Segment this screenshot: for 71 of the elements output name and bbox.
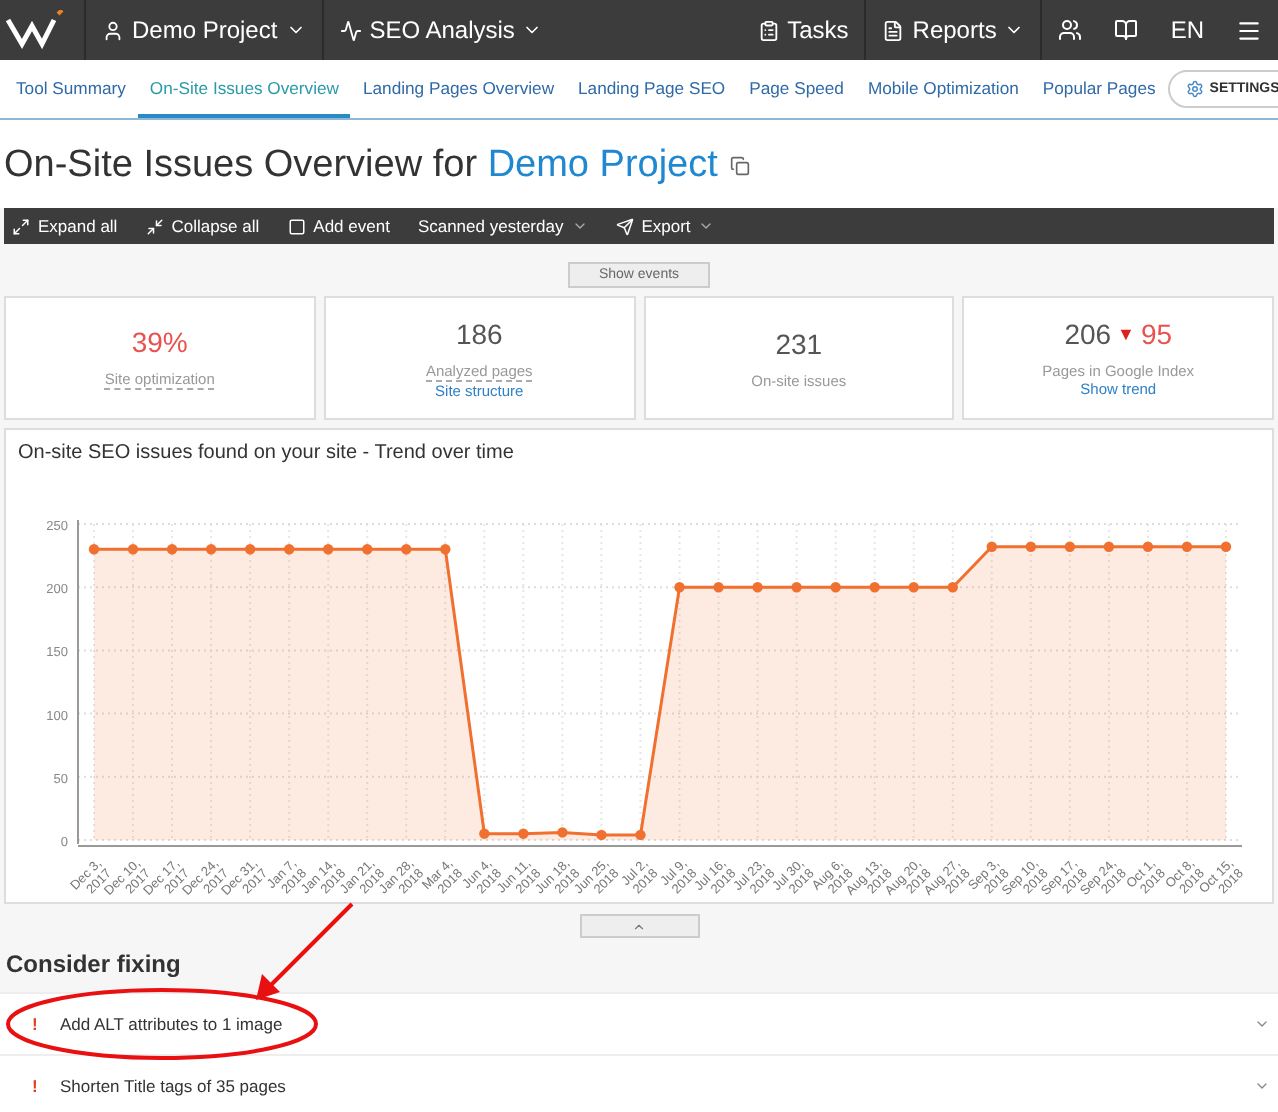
issue-row[interactable]: ! Shorten Title tags of 35 pages bbox=[0, 1054, 1278, 1112]
caret-icon bbox=[632, 919, 646, 933]
page-title: On-Site Issues Overview for Demo Project bbox=[4, 144, 718, 188]
export-icon bbox=[615, 217, 634, 235]
data-point bbox=[283, 544, 295, 555]
clipboard-icon bbox=[757, 19, 780, 41]
data-point bbox=[947, 582, 958, 593]
data-point bbox=[1064, 541, 1076, 552]
data-point bbox=[908, 582, 919, 593]
data-point bbox=[244, 544, 256, 555]
data-point bbox=[401, 544, 412, 555]
toolbar-button[interactable]: Expand all bbox=[12, 216, 118, 236]
data-point bbox=[869, 582, 880, 593]
data-point bbox=[830, 582, 841, 593]
data-point bbox=[479, 828, 490, 839]
collapse-icon bbox=[145, 217, 164, 235]
tab[interactable]: Tool Summary bbox=[4, 60, 138, 118]
data-point bbox=[166, 544, 178, 555]
toolbar-button[interactable]: Add event bbox=[287, 216, 390, 236]
data-point bbox=[1025, 541, 1037, 552]
data-point bbox=[752, 582, 763, 593]
toolbar-button[interactable]: Export bbox=[615, 216, 715, 236]
project-link[interactable]: Demo Project bbox=[487, 144, 718, 186]
tab[interactable]: Landing Pages Overview bbox=[350, 60, 567, 118]
data-point bbox=[362, 544, 373, 555]
data-point bbox=[518, 828, 529, 839]
tasks-button[interactable]: Tasks bbox=[741, 0, 865, 60]
logo-icon[interactable] bbox=[4, 10, 68, 50]
data-point bbox=[986, 541, 997, 552]
stat-change: 95 bbox=[1140, 318, 1173, 350]
pulse-icon bbox=[339, 19, 362, 41]
stat-value: 39% bbox=[131, 326, 188, 358]
toolbar-button[interactable]: Scanned yesterday bbox=[417, 216, 588, 236]
caret-icon[interactable] bbox=[1254, 1078, 1270, 1094]
user-icon bbox=[102, 19, 124, 41]
caret-icon[interactable] bbox=[1254, 1016, 1270, 1032]
document-icon bbox=[882, 19, 905, 41]
data-point bbox=[323, 544, 334, 555]
stat-value: 186 bbox=[455, 317, 503, 349]
data-point bbox=[1142, 541, 1154, 552]
copy-icon[interactable] bbox=[729, 156, 750, 176]
expand-icon bbox=[12, 217, 30, 235]
stat-value: 206 bbox=[1064, 318, 1112, 350]
caret-icon bbox=[698, 218, 715, 234]
settings-icon bbox=[1185, 80, 1204, 98]
tab[interactable]: Page Speed bbox=[737, 60, 856, 118]
data-point bbox=[1103, 541, 1115, 552]
trend-marker: ▼ bbox=[1117, 324, 1135, 344]
data-point bbox=[596, 829, 607, 841]
tab[interactable]: Landing Page SEO bbox=[566, 60, 738, 118]
data-point bbox=[205, 544, 217, 555]
caret-icon bbox=[571, 218, 588, 234]
tab[interactable]: Popular Pages bbox=[1030, 60, 1168, 118]
data-point bbox=[88, 544, 100, 555]
stat-value: 231 bbox=[775, 327, 823, 359]
data-point bbox=[1220, 541, 1232, 552]
data-point bbox=[791, 582, 802, 593]
data-point bbox=[440, 544, 451, 555]
data-point bbox=[557, 827, 568, 838]
language-button[interactable]: EN bbox=[1154, 0, 1220, 60]
collapse-handle[interactable] bbox=[579, 914, 699, 938]
data-point bbox=[127, 544, 139, 555]
section-heading: Consider fixing bbox=[4, 948, 183, 982]
toolbar-button[interactable]: Collapse all bbox=[145, 216, 260, 236]
chart-title: On-site SEO issues found on your site - Trend over time bbox=[18, 442, 516, 464]
data-point bbox=[713, 582, 724, 593]
data-point bbox=[674, 582, 685, 593]
data-point bbox=[1181, 541, 1193, 552]
data-point bbox=[635, 829, 646, 841]
tab[interactable]: Mobile Optimization bbox=[855, 60, 1031, 118]
issue-row[interactable]: ! Add ALT attributes to 1 image bbox=[0, 992, 1278, 1054]
